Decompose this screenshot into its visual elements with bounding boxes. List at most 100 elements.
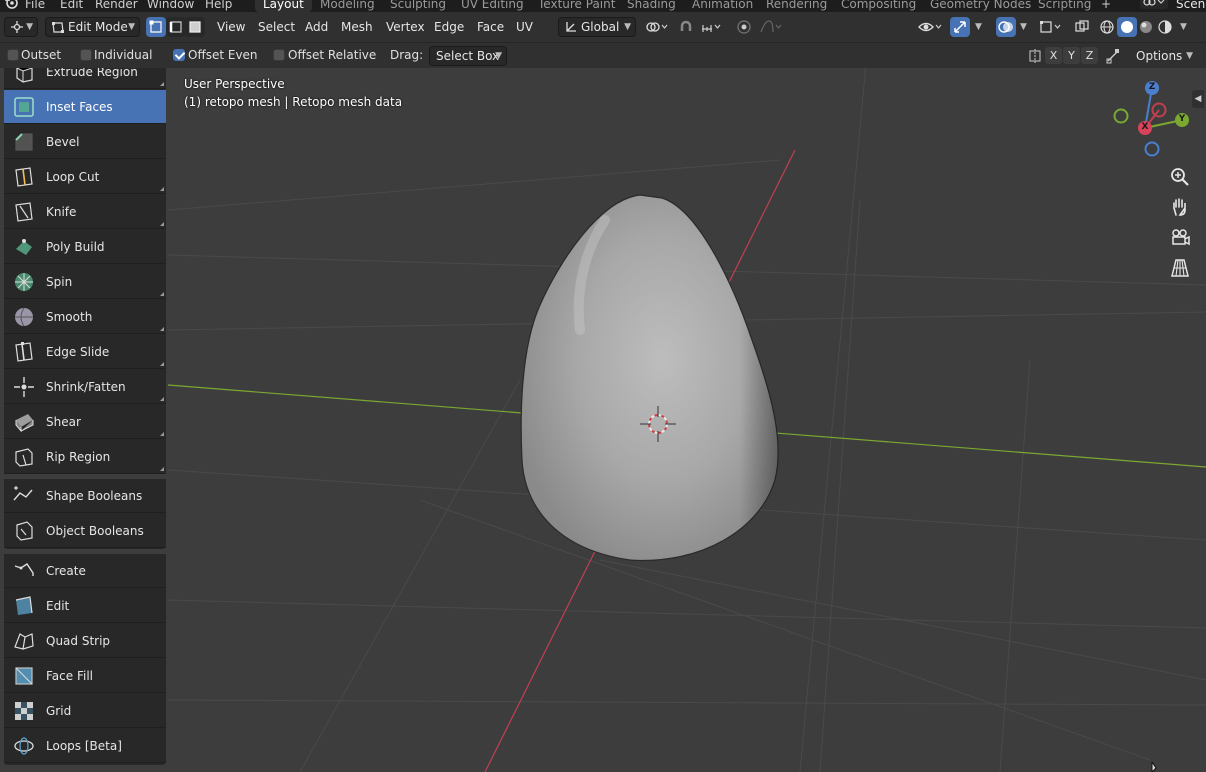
pan-button[interactable] bbox=[1168, 195, 1192, 219]
tool-shear-button[interactable]: Shear bbox=[4, 405, 166, 439]
editor-type-selector[interactable]: ▼ bbox=[4, 17, 38, 37]
tool-label: Rip Region bbox=[46, 450, 111, 464]
chevron-down-icon[interactable]: ▼ bbox=[1020, 22, 1027, 32]
menu-view[interactable]: View bbox=[217, 17, 245, 37]
zoom-button[interactable] bbox=[1168, 165, 1192, 189]
menu-edge[interactable]: Edge bbox=[434, 17, 464, 37]
auto-merge-icon[interactable] bbox=[1103, 46, 1123, 66]
mode-selector[interactable]: Edit Mode ▼ bbox=[45, 17, 140, 37]
tool-bevel-button[interactable]: Bevel bbox=[4, 125, 166, 159]
tool-grid-button[interactable]: Grid bbox=[4, 694, 166, 728]
add-workspace-button[interactable]: + bbox=[1101, 0, 1111, 12]
edit-mode-icon bbox=[52, 22, 64, 33]
face-select-button[interactable] bbox=[185, 17, 205, 37]
mesh-edit-overlays-button[interactable] bbox=[1037, 17, 1065, 37]
3d-viewport[interactable]: User Perspective (1) retopo mesh | Retop… bbox=[0, 68, 1206, 772]
tool-knife-button[interactable]: Knife bbox=[4, 195, 166, 229]
workspace-tab-scripting[interactable]: Scripting bbox=[1038, 0, 1091, 12]
camera-view-button[interactable] bbox=[1168, 226, 1192, 250]
mirror-x-toggle[interactable]: X bbox=[1045, 47, 1062, 64]
overlays-toggle-button[interactable] bbox=[996, 17, 1016, 37]
edge-select-button[interactable] bbox=[166, 17, 186, 37]
tool-extrude-region-button[interactable]: Extrude Region bbox=[4, 68, 166, 89]
mirror-z-toggle[interactable]: Z bbox=[1081, 47, 1098, 64]
tool-smooth-button[interactable]: Smooth bbox=[4, 300, 166, 334]
solid-sphere-icon bbox=[1121, 21, 1133, 33]
rendered-shading-button[interactable] bbox=[1155, 17, 1175, 37]
snap-toggle-button[interactable] bbox=[676, 17, 696, 37]
mirror-options-icon[interactable] bbox=[1025, 46, 1045, 66]
toolbar-panel: Extrude Region Inset Faces Bevel Loop Cut Kn… bbox=[4, 68, 166, 768]
options-dropdown[interactable]: Options ▼ bbox=[1128, 46, 1198, 66]
workspace-tab-geometry-nodes[interactable]: Geometry Nodes bbox=[930, 0, 1031, 12]
chevron-down-icon[interactable]: ▼ bbox=[975, 22, 982, 32]
chevron-down-icon: ▼ bbox=[26, 22, 33, 32]
tool-inset-faces-button[interactable]: Inset Faces bbox=[4, 90, 166, 124]
gizmo-z-negative[interactable] bbox=[1144, 141, 1160, 157]
global-orientation-icon bbox=[566, 22, 576, 32]
viewport-header: ▼ Edit Mode ▼ View Select Add Mesh Verte… bbox=[0, 12, 1206, 42]
menu-render[interactable]: Render bbox=[95, 0, 138, 11]
individual-checkbox[interactable] bbox=[80, 49, 92, 61]
workspace-tab-shading[interactable]: Shading bbox=[627, 0, 676, 12]
gizmo-toggle-button[interactable] bbox=[950, 17, 970, 37]
workspace-tab-compositing[interactable]: Compositing bbox=[841, 0, 916, 12]
menu-vertex[interactable]: Vertex bbox=[386, 17, 425, 37]
tool-create-button[interactable]: Create bbox=[4, 554, 166, 588]
workspace-tab-uv-editing[interactable]: UV Editing bbox=[461, 0, 524, 12]
tool-spin-button[interactable]: Spin bbox=[4, 265, 166, 299]
menu-face[interactable]: Face bbox=[477, 17, 504, 37]
offset-relative-checkbox[interactable] bbox=[273, 49, 285, 61]
tool-edge-slide-button[interactable]: Edge Slide bbox=[4, 335, 166, 369]
tool-loops-button[interactable]: Loops [Beta] bbox=[4, 729, 166, 763]
menu-select[interactable]: Select bbox=[258, 17, 295, 37]
snap-target-button[interactable] bbox=[698, 17, 724, 37]
offset-even-checkbox[interactable] bbox=[173, 49, 185, 61]
mirror-y-toggle[interactable]: Y bbox=[1063, 47, 1080, 64]
tool-loop-cut-button[interactable]: Loop Cut bbox=[4, 160, 166, 194]
transform-orientation-dropdown[interactable]: Global ▼ bbox=[558, 17, 636, 37]
material-preview-button[interactable] bbox=[1136, 17, 1156, 37]
workspace-tab-sculpting[interactable]: Sculpting bbox=[390, 0, 446, 12]
solid-shading-button[interactable] bbox=[1117, 17, 1137, 37]
workspace-tab-layout[interactable]: Layout bbox=[255, 0, 312, 12]
blender-logo-icon[interactable] bbox=[4, 0, 18, 11]
proportional-editing-button[interactable] bbox=[734, 17, 754, 37]
menu-help[interactable]: Help bbox=[205, 0, 232, 11]
menu-edit[interactable]: Edit bbox=[60, 0, 83, 11]
viewport-scene[interactable] bbox=[0, 68, 1206, 772]
proportional-falloff-button[interactable] bbox=[757, 17, 785, 37]
scene-name[interactable]: Scene bbox=[1176, 0, 1206, 11]
tool-face-fill-button[interactable]: Face Fill bbox=[4, 659, 166, 693]
scene-selector-icon[interactable] bbox=[1140, 0, 1168, 9]
menu-window[interactable]: Window bbox=[147, 0, 194, 11]
tool-shrink-fatten-button[interactable]: Shrink/Fatten bbox=[4, 370, 166, 404]
workspace-tab-modeling[interactable]: Modeling bbox=[320, 0, 375, 12]
vertex-select-button[interactable] bbox=[146, 17, 166, 37]
workspace-tab-rendering[interactable]: Rendering bbox=[766, 0, 827, 12]
tool-shape-booleans-button[interactable]: Shape Booleans bbox=[4, 479, 166, 513]
xray-toggle-button[interactable] bbox=[1072, 17, 1092, 37]
workspace-tab-texture-paint[interactable]: Texture Paint bbox=[538, 0, 615, 12]
perspective-toggle-button[interactable] bbox=[1168, 256, 1192, 280]
tool-object-booleans-button[interactable]: Object Booleans bbox=[4, 514, 166, 548]
wireframe-shading-button[interactable] bbox=[1097, 17, 1117, 37]
view-perspective-label: User Perspective bbox=[184, 77, 285, 91]
tool-quad-strip-button[interactable]: Quad Strip bbox=[4, 624, 166, 658]
outset-checkbox[interactable] bbox=[7, 49, 19, 61]
pivot-point-button[interactable] bbox=[643, 17, 671, 37]
tool-poly-build-button[interactable]: Poly Build bbox=[4, 230, 166, 264]
chevron-down-icon[interactable]: ▼ bbox=[1180, 22, 1187, 32]
menu-mesh[interactable]: Mesh bbox=[341, 17, 373, 37]
drag-select-dropdown[interactable]: Select Box ▼ bbox=[429, 46, 507, 66]
menu-file[interactable]: File bbox=[25, 0, 45, 11]
menu-uv[interactable]: UV bbox=[516, 17, 533, 37]
sidebar-toggle-chevron-icon[interactable]: ◀ bbox=[1192, 90, 1204, 108]
tool-edit-button[interactable]: Edit bbox=[4, 589, 166, 623]
workspace-tab-animation[interactable]: Animation bbox=[692, 0, 753, 12]
tool-rip-region-button[interactable]: Rip Region bbox=[4, 440, 166, 474]
menu-add[interactable]: Add bbox=[305, 17, 328, 37]
quad-strip-icon bbox=[14, 633, 34, 650]
visibility-toggle-button[interactable] bbox=[916, 17, 946, 37]
gizmo-y-negative[interactable] bbox=[1113, 108, 1129, 124]
